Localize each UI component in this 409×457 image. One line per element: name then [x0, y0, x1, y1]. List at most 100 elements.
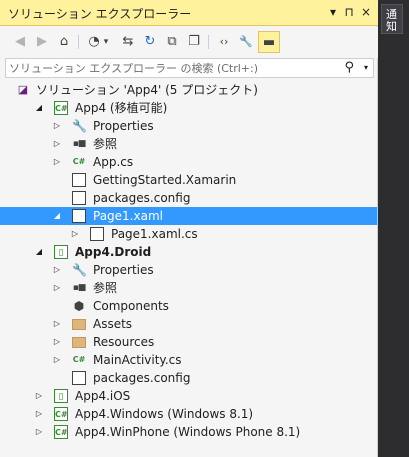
folder-icon: [72, 337, 86, 348]
wrench-icon: 🔧: [72, 119, 87, 133]
file-icon: [72, 371, 86, 385]
tree-item-label: App4.Droid: [75, 245, 152, 259]
collapse-arrow-icon[interactable]: ◢: [34, 99, 44, 117]
expand-arrow-icon[interactable]: ▷: [52, 135, 62, 153]
tree-item[interactable]: ▷ C# App4.WinPhone (Windows Phone 8.1): [0, 423, 377, 441]
forward-icon[interactable]: ▶: [32, 31, 52, 53]
csharp-project-icon: C#: [54, 425, 68, 439]
expand-arrow-icon[interactable]: ▷: [52, 333, 62, 351]
sync-icon[interactable]: ⇆: [118, 31, 138, 53]
csharp-project-icon: C#: [54, 407, 68, 421]
tree-item-label: Properties: [93, 263, 154, 277]
folder-icon: [72, 319, 86, 330]
tree-item-label: App4.Windows (Windows 8.1): [75, 407, 254, 421]
toolbar-separator: [78, 35, 79, 49]
tree-item[interactable]: ▷ Resources: [0, 333, 377, 351]
tree-item-label: MainActivity.cs: [93, 353, 182, 367]
history-dropdown-icon[interactable]: ▾: [100, 31, 112, 53]
tree-item[interactable]: ▷ Page1.xaml.cs: [0, 225, 377, 243]
expand-arrow-icon[interactable]: ▷: [52, 279, 62, 297]
expand-arrow-icon[interactable]: ▷: [34, 387, 44, 405]
csharp-file-icon: C#: [72, 157, 86, 166]
tree-item[interactable]: packages.config: [0, 189, 377, 207]
close-icon[interactable]: ×: [358, 3, 374, 21]
tree-item[interactable]: ◢ Page1.xaml: [0, 207, 377, 225]
search-options-dropdown-icon[interactable]: ▾: [364, 59, 368, 77]
file-icon: [72, 209, 86, 223]
csharp-project-icon: C#: [54, 101, 68, 115]
tree-item[interactable]: ◢ ▯ App4.Droid: [0, 243, 377, 261]
tree-item-label: Page1.xaml.cs: [111, 227, 198, 241]
tree-item[interactable]: ▷ ▪■ 参照: [0, 135, 377, 153]
collapse-all-icon[interactable]: ⧉: [162, 31, 182, 53]
tree-item[interactable]: ▷ 🔧 Properties: [0, 261, 377, 279]
tree-item[interactable]: ◪ ソリューション 'App4' (5 プロジェクト): [0, 81, 377, 99]
tree-item-label: App4 (移植可能): [75, 101, 168, 115]
tree-item-label: packages.config: [93, 371, 191, 385]
tree-item[interactable]: ◢ C# App4 (移植可能): [0, 99, 377, 117]
tree-item[interactable]: ▷ Assets: [0, 315, 377, 333]
expand-arrow-icon[interactable]: ▷: [34, 423, 44, 441]
expand-arrow-icon[interactable]: ▷: [52, 117, 62, 135]
collapse-arrow-icon[interactable]: ◢: [34, 243, 44, 261]
tree-item[interactable]: ▷ ▪■ 参照: [0, 279, 377, 297]
collapse-arrow-icon[interactable]: ◢: [52, 207, 62, 225]
notifications-tab[interactable]: 通知: [381, 4, 403, 34]
tree-item-label: Components: [93, 299, 169, 313]
references-icon: ▪■: [72, 139, 87, 149]
home-icon[interactable]: ⌂: [54, 31, 74, 53]
tree-item-label: App.cs: [93, 155, 134, 169]
wrench-icon: 🔧: [72, 263, 87, 277]
preview-selected-icon[interactable]: ▬: [258, 31, 280, 53]
expand-arrow-icon[interactable]: ▷: [52, 315, 62, 333]
file-icon: [72, 191, 86, 205]
properties-icon[interactable]: 🔧: [236, 31, 256, 53]
panel-titlebar[interactable]: ソリューション エクスプローラー ▾ ⊓ ×: [0, 0, 378, 26]
vs-window: ソリューション エクスプローラー ▾ ⊓ × ◀ ▶ ⌂ ◔ ▾ ⇆ ↻ ⧉ ❐…: [0, 0, 409, 457]
tree-item[interactable]: ▷ C# App.cs: [0, 153, 377, 171]
tree-item[interactable]: GettingStarted.Xamarin: [0, 171, 377, 189]
panel-title: ソリューション エクスプローラー: [8, 7, 192, 21]
file-icon: [90, 227, 104, 241]
tree-item-label: packages.config: [93, 191, 191, 205]
toolbar-separator: [208, 35, 209, 49]
tree-item[interactable]: ▷ C# App4.Windows (Windows 8.1): [0, 405, 377, 423]
tree-item-label: App4.WinPhone (Windows Phone 8.1): [75, 425, 301, 439]
tree-item[interactable]: packages.config: [0, 369, 377, 387]
tree-item-label: 参照: [93, 137, 118, 151]
refresh-icon[interactable]: ↻: [140, 31, 160, 53]
tree-item-label: Resources: [93, 335, 155, 349]
view-code-icon[interactable]: ‹›: [214, 31, 234, 53]
expand-arrow-icon[interactable]: ▷: [70, 225, 80, 243]
back-icon[interactable]: ◀: [10, 31, 30, 53]
explorer-toolbar: ◀ ▶ ⌂ ◔ ▾ ⇆ ↻ ⧉ ❐ ‹› 🔧 ▬: [0, 27, 378, 58]
search-box: ⚲ ▾: [5, 58, 374, 78]
file-icon: [72, 173, 86, 187]
tree-item[interactable]: ▷ C# MainActivity.cs: [0, 351, 377, 369]
tree-item[interactable]: ▷ ▯ App4.iOS: [0, 387, 377, 405]
tree-item-label: GettingStarted.Xamarin: [93, 173, 237, 187]
expand-arrow-icon[interactable]: ▷: [52, 261, 62, 279]
tree-item-label: 参照: [93, 281, 118, 295]
search-icon[interactable]: ⚲: [344, 59, 354, 77]
tree-item-label: Page1.xaml: [93, 209, 163, 223]
tree-item-label: Assets: [93, 317, 133, 331]
tree-item[interactable]: ▷ 🔧 Properties: [0, 117, 377, 135]
tree-item[interactable]: ⬢ Components: [0, 297, 377, 315]
tree-item-label: ソリューション 'App4' (5 プロジェクト): [36, 83, 258, 97]
window-dropdown-icon[interactable]: ▾: [325, 3, 341, 21]
references-icon: ▪■: [72, 283, 87, 293]
pin-icon[interactable]: ⊓: [341, 3, 357, 21]
tree-item-label: Properties: [93, 119, 154, 133]
solution-icon: ◪: [17, 83, 29, 96]
csharp-file-icon: C#: [72, 355, 86, 364]
mobile-project-icon: ▯: [54, 389, 68, 403]
tree-item-label: App4.iOS: [75, 389, 131, 403]
notifications-tab-label: 通知: [386, 8, 397, 33]
expand-arrow-icon[interactable]: ▷: [52, 351, 62, 369]
expand-arrow-icon[interactable]: ▷: [52, 153, 62, 171]
expand-arrow-icon[interactable]: ▷: [34, 405, 44, 423]
solution-explorer-panel: ソリューション エクスプローラー ▾ ⊓ × ◀ ▶ ⌂ ◔ ▾ ⇆ ↻ ⧉ ❐…: [0, 0, 378, 457]
copy-icon[interactable]: ❐: [184, 31, 204, 53]
search-input[interactable]: [9, 60, 339, 76]
